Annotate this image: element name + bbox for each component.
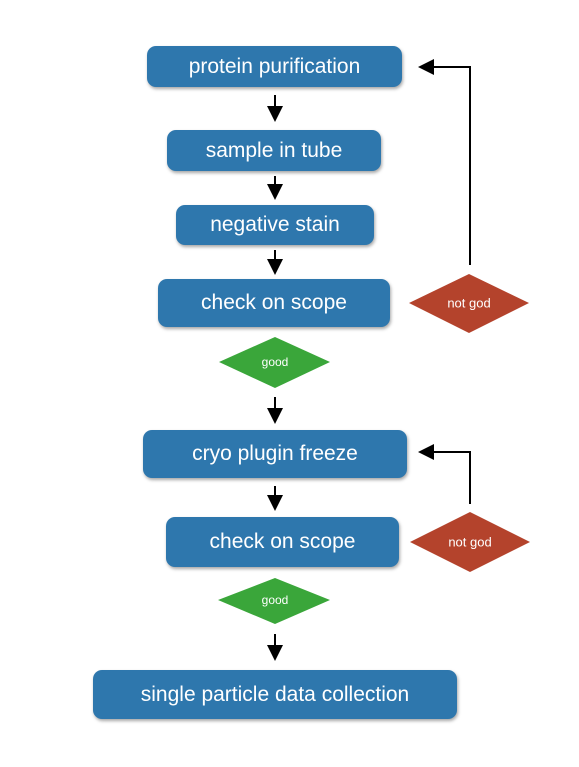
feedback-arrow-2 [418,444,471,504]
decision-not-god-2: not god [410,512,530,572]
node-check-on-scope-2: check on scope [166,517,399,567]
decision-label: good [262,355,289,369]
decision-label: not god [447,295,490,310]
node-negative-stain: negative stain [176,205,374,245]
node-single-particle-data-collection: single particle data collection [93,670,457,719]
node-check-on-scope-1: check on scope [158,279,390,327]
decision-label: good [262,593,289,607]
node-sample-in-tube: sample in tube [167,130,381,171]
node-protein-purification: protein purification [147,46,402,87]
node-cryo-plugin-freeze: cryo plugin freeze [143,430,407,478]
decision-not-god-1: not god [409,274,529,333]
decision-good-1: good [219,337,330,388]
decision-label: not god [448,534,491,549]
connectors: good not god good not god [218,59,530,661]
feedback-arrow-1 [418,59,471,265]
decision-good-2: good [218,578,330,624]
